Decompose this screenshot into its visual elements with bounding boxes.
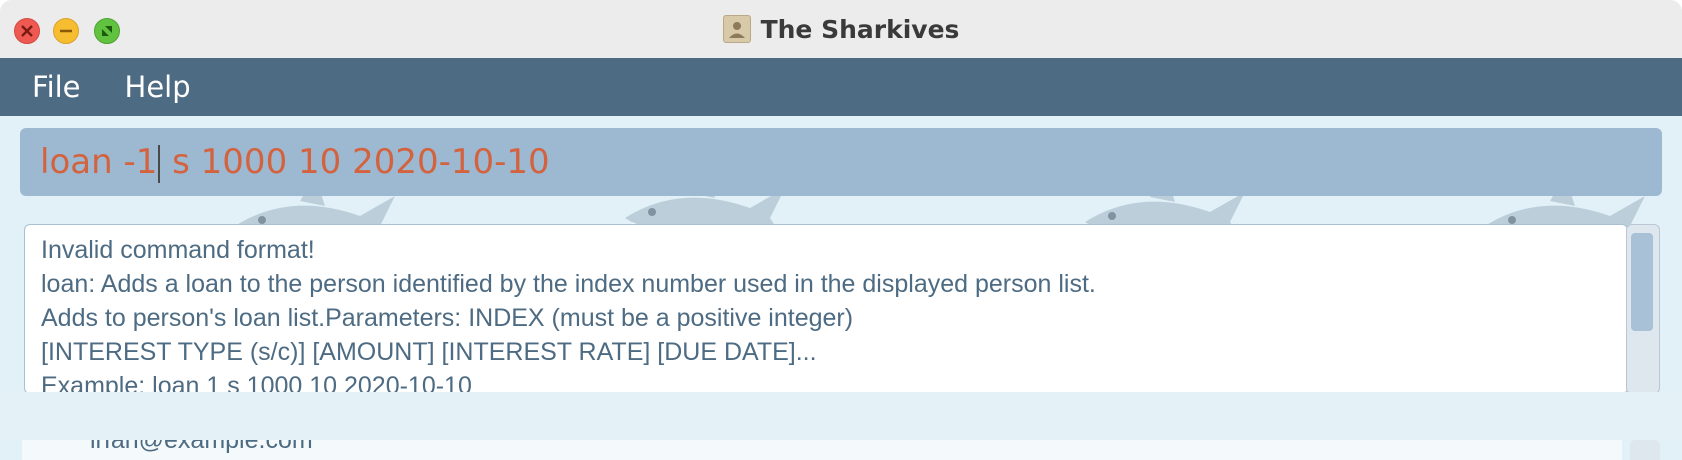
result-display[interactable]: Invalid command format! loan: Adds a loa…: [24, 224, 1628, 394]
person-email: irfan@example.com: [90, 440, 313, 454]
command-text-after-caret: s 1000 10 2020-10-10: [161, 142, 550, 182]
result-text: Invalid command format! loan: Adds a loa…: [41, 233, 1096, 394]
app-icon: [722, 15, 751, 43]
person-list-scrollbar[interactable]: [1630, 440, 1660, 460]
menu-file[interactable]: File: [32, 70, 81, 104]
command-text-before-caret: loan -1: [40, 142, 158, 182]
command-input[interactable]: loan -1 s 1000 10 2020-10-10: [20, 128, 1662, 196]
menu-bar: File Help: [0, 58, 1682, 116]
result-line: Example: loan 1 s 1000 10 2020-10-10: [41, 372, 472, 394]
app-window: The Sharkives File Help loan -1 s 1000 1…: [0, 0, 1682, 460]
command-text: loan -1 s 1000 10 2020-10-10: [40, 128, 550, 196]
title-bar: The Sharkives: [0, 0, 1682, 59]
result-scrollbar[interactable]: [1626, 224, 1660, 394]
window-title: The Sharkives: [760, 14, 960, 44]
result-line: Adds to person's loan list.Parameters: I…: [41, 304, 854, 332]
result-scrollbar-thumb[interactable]: [1631, 233, 1653, 331]
menu-help[interactable]: Help: [125, 70, 191, 104]
person-list-panel[interactable]: irfan@example.com: [22, 440, 1622, 460]
splitter-band: [0, 392, 1682, 440]
result-line: Invalid command format!: [41, 236, 315, 264]
result-line: [INTEREST TYPE (s/c)] [AMOUNT] [INTEREST…: [41, 338, 817, 366]
result-line: loan: Adds a loan to the person identifi…: [41, 270, 1096, 298]
